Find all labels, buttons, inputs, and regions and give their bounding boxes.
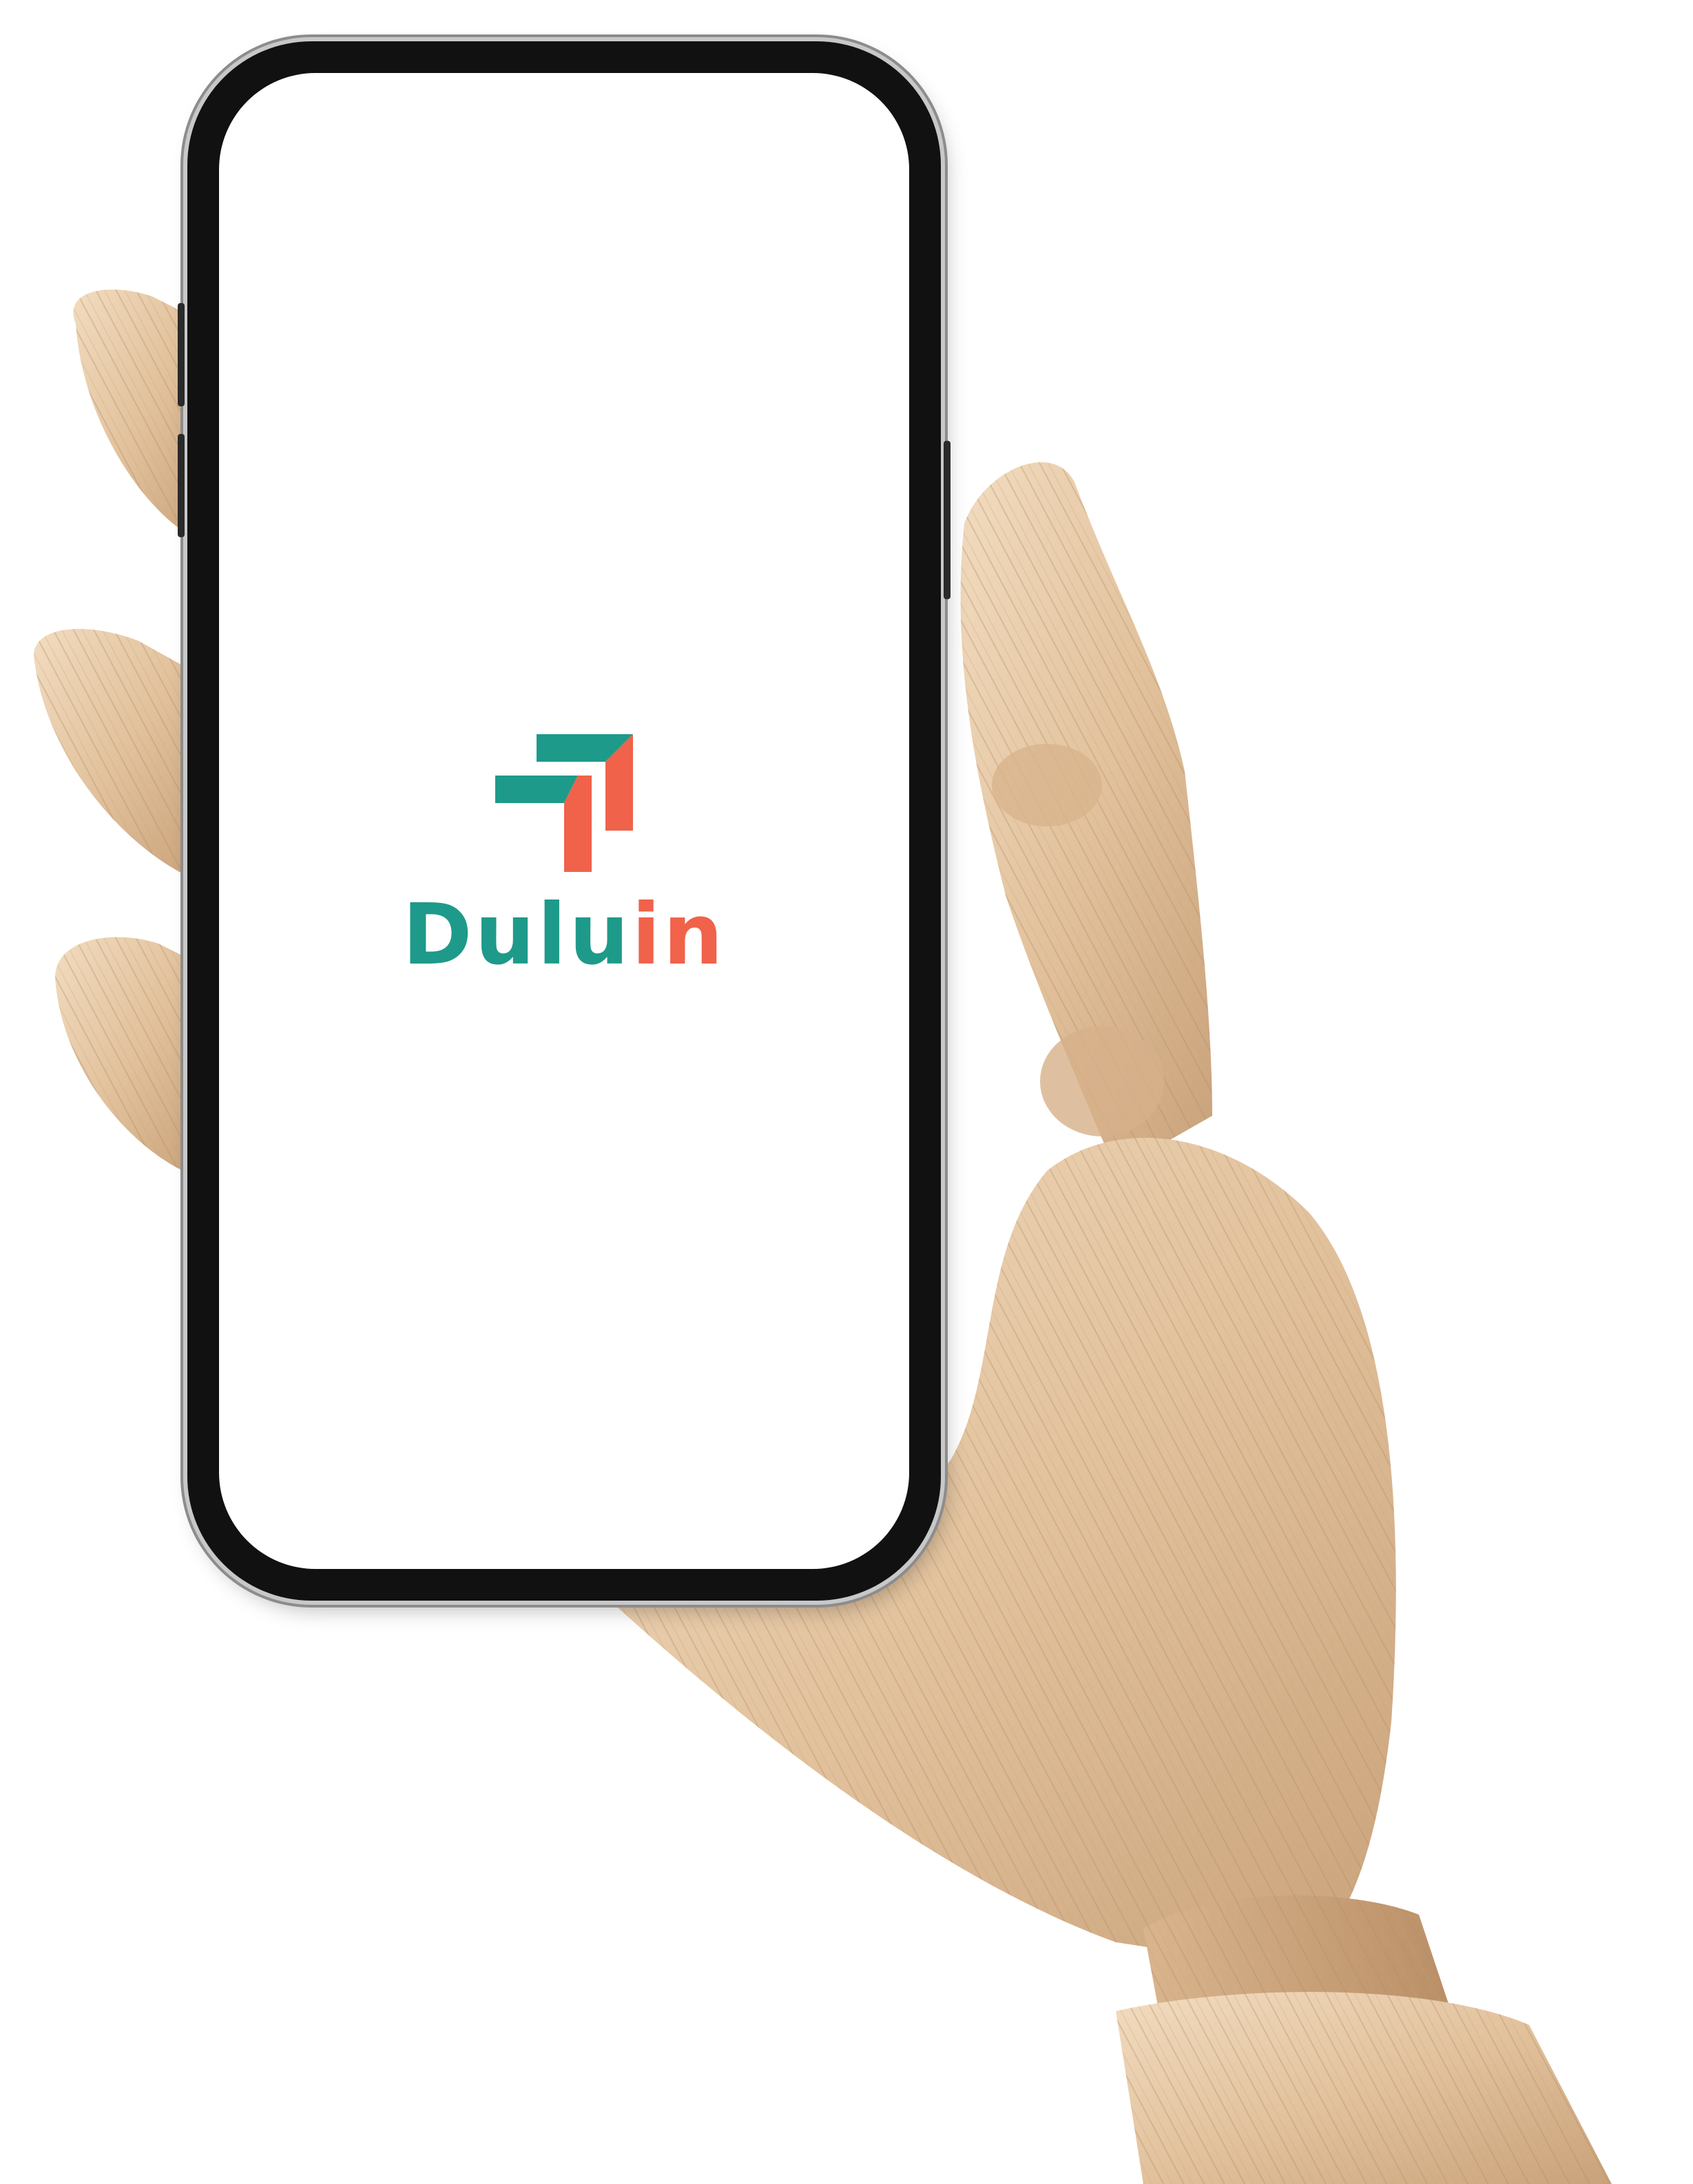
thumb	[960, 462, 1212, 1171]
side-power-button	[944, 441, 951, 599]
wordmark-part-1: Dulu	[402, 886, 632, 984]
smartphone: Duluin	[178, 41, 951, 1601]
duluin-logo-icon	[495, 734, 633, 872]
left-fingers	[34, 289, 207, 1178]
app-wordmark: Duluin	[402, 893, 725, 977]
volume-down-button	[178, 434, 185, 537]
wordmark-part-2: in	[632, 886, 726, 984]
volume-up-button	[178, 303, 185, 406]
phone-screen[interactable]: Duluin	[219, 73, 909, 1569]
wrist-and-forearm	[1116, 1895, 1612, 2184]
scene: Duluin	[0, 0, 1693, 2184]
splash-screen: Duluin	[219, 734, 909, 977]
